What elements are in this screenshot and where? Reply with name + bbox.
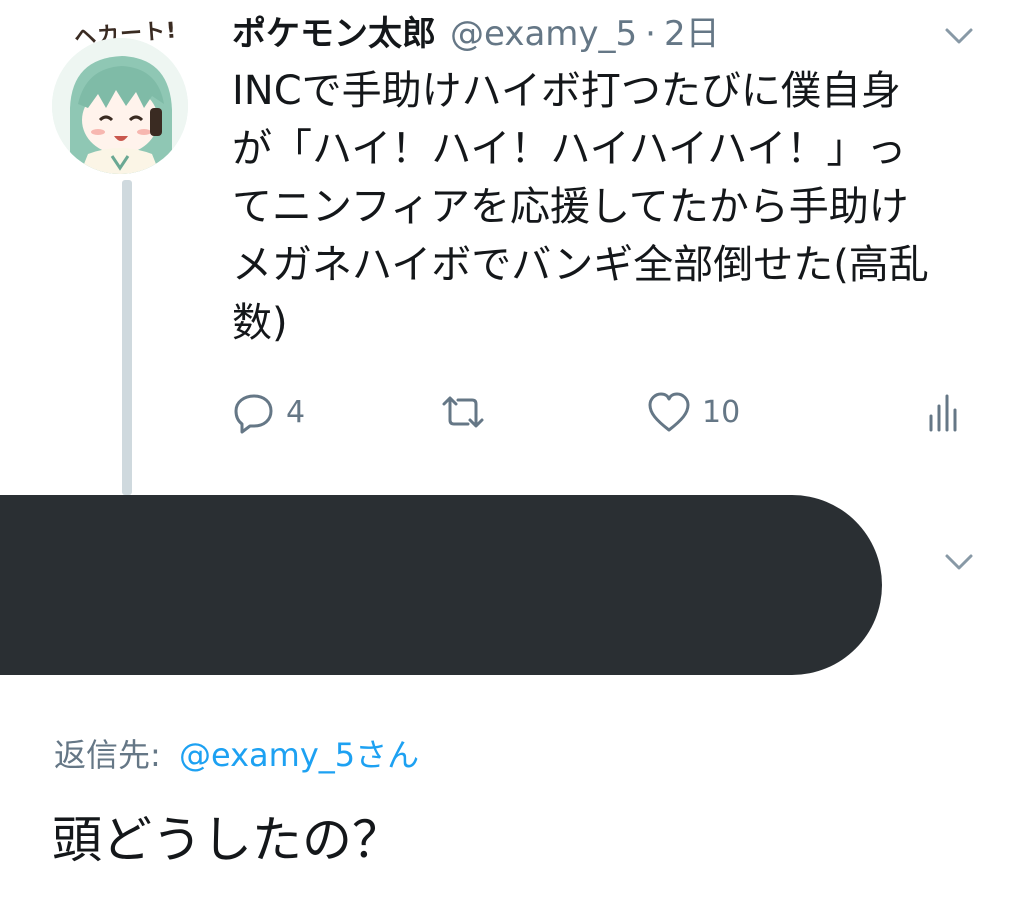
replying-to-handle[interactable]: @examy_5さん <box>179 736 419 774</box>
tweet-actions: 4 10 <box>232 382 972 442</box>
chevron-down-icon[interactable] <box>944 552 974 572</box>
tweet-header: ポケモン太郎 @examy_5 · 2日 <box>232 6 720 56</box>
retweet-icon <box>438 390 488 434</box>
reply-text: 頭どうしたの？ <box>52 811 402 869</box>
analytics-icon <box>926 390 960 434</box>
avatar[interactable]: ヘカート! <box>52 8 188 174</box>
tweet[interactable]: ヘカート! ポケモン太郎 @examy_5 · 2日 INCで手助けハイボ打つた… <box>0 0 1024 495</box>
analytics-button[interactable] <box>926 382 960 442</box>
reply-icon <box>232 390 276 434</box>
reply-button[interactable]: 4 <box>232 382 305 442</box>
timestamp[interactable]: 2日 <box>664 6 720 55</box>
thread-line <box>122 180 132 495</box>
like-button[interactable]: 10 <box>646 382 740 442</box>
separator-dot: · <box>645 14 656 54</box>
tweet-text: INCで手助けハイボ打つたびに僕自身 が「ハイ！ハイ！ハイハイハイ！」っ てニン… <box>232 68 929 346</box>
heart-icon <box>646 390 692 434</box>
retweet-button[interactable] <box>438 382 488 442</box>
reply-count: 4 <box>286 394 306 430</box>
chevron-down-icon[interactable] <box>944 26 974 46</box>
avatar-image <box>52 38 188 174</box>
replying-to: 返信先: @examy_5さん <box>54 730 419 776</box>
user-handle[interactable]: @examy_5 <box>450 14 637 54</box>
display-name[interactable]: ポケモン太郎 <box>232 6 436 55</box>
like-count: 10 <box>702 394 741 430</box>
redacted-tweet-block <box>0 495 882 675</box>
replying-to-label: 返信先: <box>54 736 161 774</box>
